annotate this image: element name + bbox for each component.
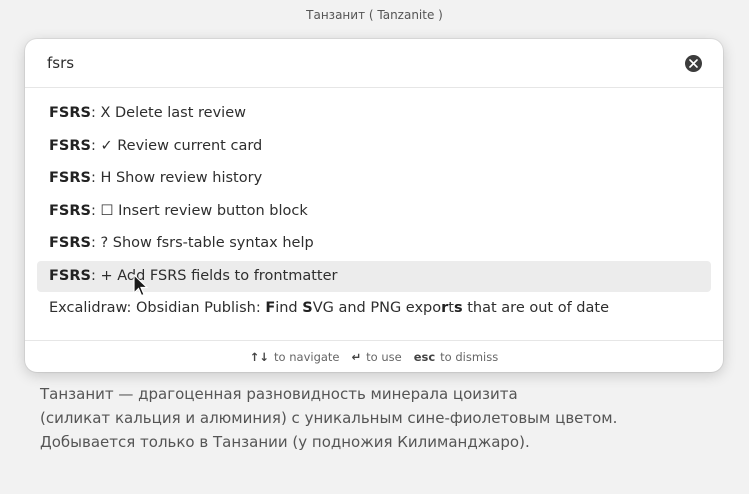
result-prefix: FSRS (49, 105, 91, 121)
hint-navigate: ↑↓ to navigate (250, 350, 340, 364)
window-title: Танзанит ( Tanzanite ) (306, 8, 443, 22)
match-char: S (302, 300, 313, 316)
hint-navigate-label: to navigate (274, 349, 340, 364)
hint-use-label: to use (366, 349, 402, 364)
result-text: Excalidraw: Obsidian Publish: Find SVG a… (49, 300, 609, 316)
search-input[interactable] (47, 51, 667, 75)
document-line-3: Добывается только в Танзании (у подножия… (40, 433, 530, 451)
close-icon (689, 59, 698, 68)
result-prefix: FSRS (49, 202, 91, 219)
result-text: : ☐ Insert review button block (90, 202, 308, 219)
result-text: : ? Show fsrs-table syntax help (90, 235, 314, 251)
match-char: F (265, 300, 276, 316)
result-prefix: FSRS (49, 235, 91, 251)
result-prefix: FSRS (49, 137, 91, 154)
hint-dismiss-label: to dismiss (440, 349, 499, 364)
document-body: Танзанит — драгоценная разновидность мин… (40, 382, 700, 454)
document-line-2: (силикат кальция и алюминия) с уникальны… (40, 409, 618, 427)
match-char: r (441, 300, 449, 316)
clear-search-button[interactable] (685, 55, 702, 72)
result-text: : + Add FSRS fields to frontmatter (90, 267, 338, 284)
result-prefix: FSRS (49, 170, 91, 186)
result-text: : X Delete last review (90, 105, 246, 121)
enter-key-icon: ↵ (351, 349, 362, 364)
result-text: : ✓ Review current card (90, 137, 263, 154)
result-prefix: FSRS (49, 267, 91, 284)
hint-use: ↵ to use (352, 350, 402, 364)
match-char: s (453, 300, 463, 316)
result-item-review-current-card[interactable]: FSRS: ✓ Review current card (37, 131, 711, 162)
result-item-show-fsrs-table-syntax-help[interactable]: FSRS: ? Show fsrs-table syntax help (37, 228, 711, 259)
palette-footer: ↑↓ to navigate ↵ to use esc to dismiss (25, 340, 723, 372)
mouse-pointer-icon (133, 274, 149, 297)
result-item-insert-review-button-block[interactable]: FSRS: ☐ Insert review button block (37, 196, 711, 227)
result-item-show-review-history[interactable]: FSRS: H Show review history (37, 163, 711, 194)
document-line-1: Танзанит — драгоценная разновидность мин… (40, 385, 518, 403)
arrow-keys-icon: ↑↓ (249, 349, 270, 364)
result-text: : H Show review history (90, 170, 263, 186)
hint-dismiss: esc to dismiss (414, 350, 499, 364)
search-row (25, 39, 723, 88)
esc-key: esc (413, 349, 436, 364)
result-item-delete-last-review[interactable]: FSRS: X Delete last review (37, 98, 711, 129)
command-palette: FSRS: X Delete last review FSRS: ✓ Revie… (25, 39, 723, 372)
